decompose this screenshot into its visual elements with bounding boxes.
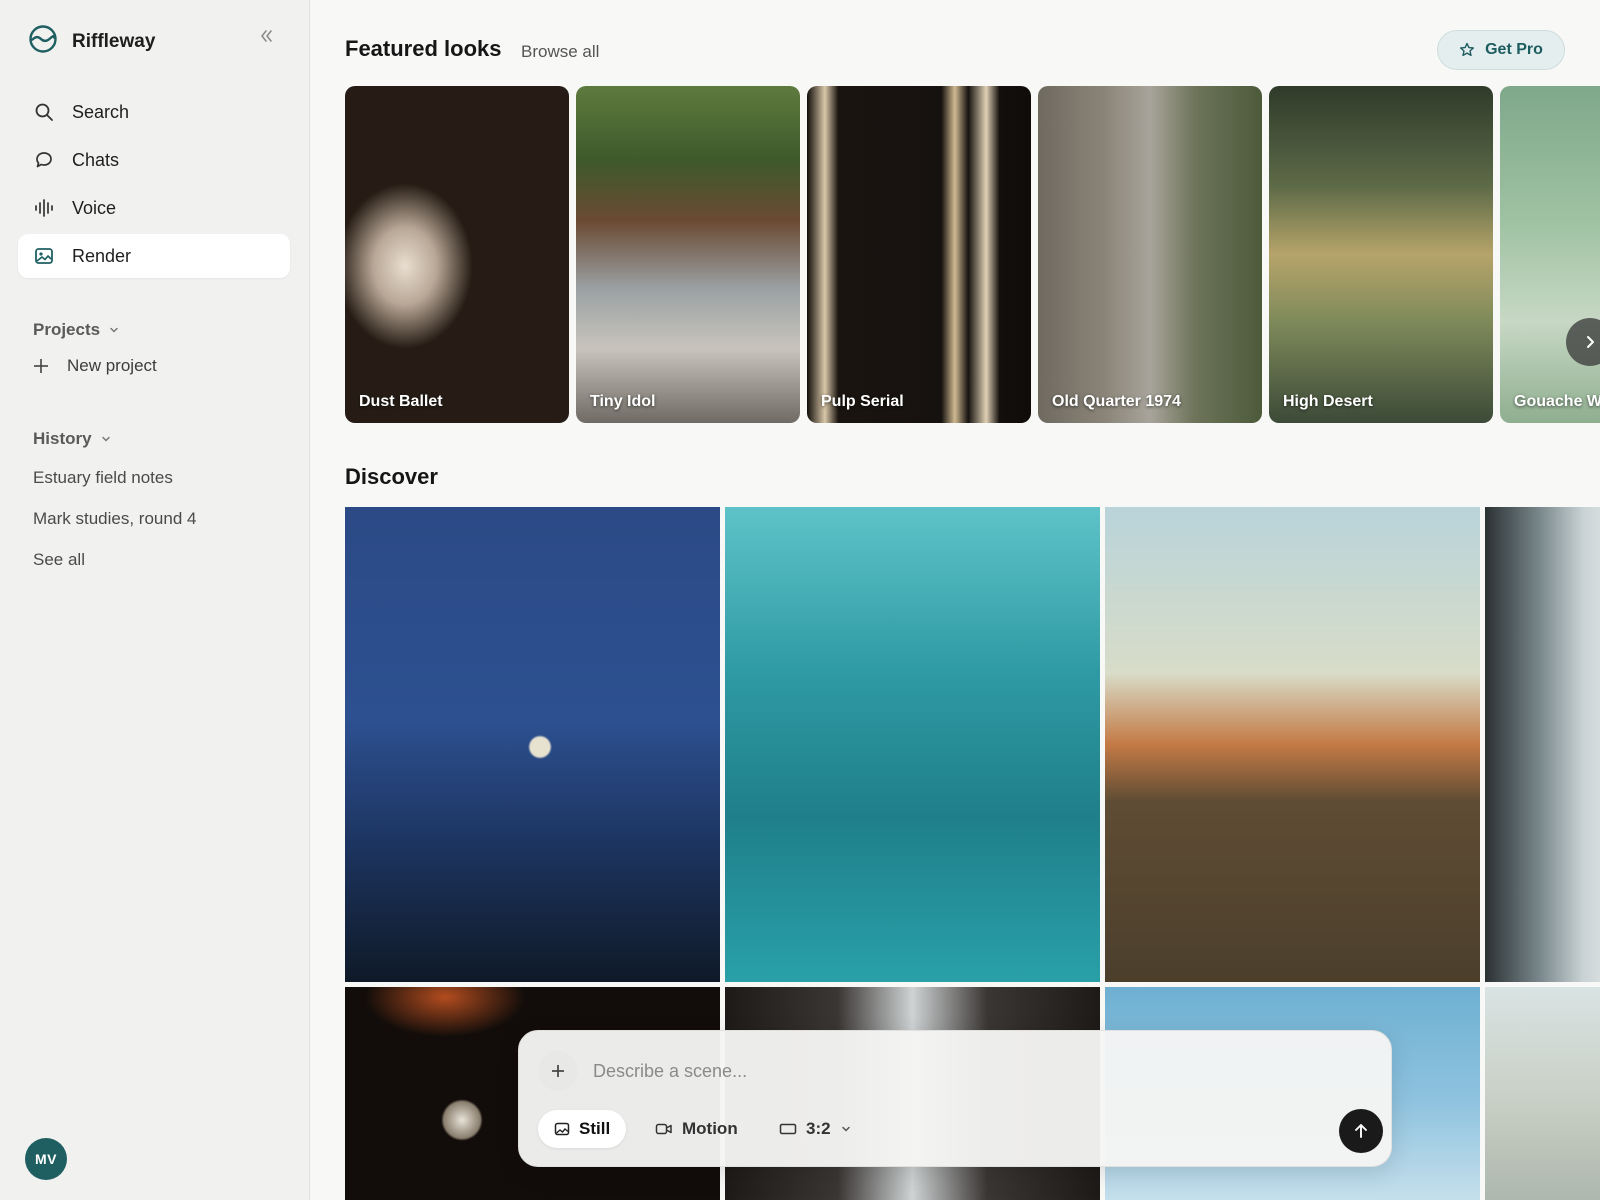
nav-item-chats[interactable]: Chats: [18, 138, 290, 182]
arrow-up-icon: [1355, 1124, 1367, 1138]
star-icon: [1460, 42, 1475, 57]
attach-button[interactable]: [538, 1051, 578, 1091]
featured-card-title: Tiny Idol: [590, 393, 656, 410]
featured-card-title: Dust Ballet: [359, 393, 443, 410]
plus-icon: [34, 359, 48, 373]
browse-all-link[interactable]: Browse all: [521, 42, 599, 62]
featured-card[interactable]: Old Quarter 1974: [1038, 86, 1262, 423]
sidebar: Riffleway Search Chats Voice Render Proj…: [0, 0, 310, 1200]
discover-tile[interactable]: [725, 507, 1100, 982]
chevron-down-icon: [110, 327, 118, 333]
history-label: History: [33, 429, 92, 448]
featured-looks-title: Featured looks: [345, 36, 502, 61]
waveform-icon: [35, 199, 53, 217]
chat-bubble-icon: [36, 152, 52, 168]
discover-tile[interactable]: [1105, 507, 1480, 982]
history-header[interactable]: History: [33, 429, 112, 449]
get-pro-button[interactable]: Get Pro: [1437, 30, 1565, 70]
discover-tile[interactable]: [345, 507, 720, 982]
video-camera-icon: [655, 1123, 672, 1135]
chevron-down-icon: [841, 1126, 850, 1132]
nav-label: Voice: [72, 197, 117, 218]
nav-item-voice[interactable]: Voice: [18, 186, 290, 230]
history-see-all[interactable]: See all: [33, 550, 85, 570]
projects-header[interactable]: Projects: [33, 320, 120, 340]
aspect-ratio-value: 3:2: [806, 1119, 831, 1138]
nav-item-search[interactable]: Search: [18, 90, 290, 134]
search-icon: [35, 103, 53, 121]
new-project-label: New project: [67, 356, 157, 375]
discover-tile[interactable]: [1485, 987, 1600, 1200]
featured-card[interactable]: Dust Ballet: [345, 86, 569, 423]
mode-still-button[interactable]: Still: [538, 1110, 627, 1148]
discover-title: Discover: [345, 464, 438, 489]
image-icon: [554, 1122, 570, 1136]
chevron-down-icon: [101, 436, 110, 442]
discover-tile[interactable]: [1485, 507, 1600, 982]
aspect-ratio-select[interactable]: 3:2: [763, 1110, 868, 1148]
history-item[interactable]: Estuary field notes: [33, 468, 173, 488]
featured-card[interactable]: High Desert: [1269, 86, 1493, 423]
plus-icon: [552, 1065, 564, 1077]
nav-item-render[interactable]: Render: [18, 234, 290, 278]
featured-card-title: Gouache W: [1514, 393, 1600, 410]
featured-card[interactable]: Tiny Idol: [576, 86, 800, 423]
mode-still-label: Still: [579, 1119, 611, 1138]
history-item[interactable]: Mark studies, round 4: [33, 509, 196, 529]
mode-motion-label: Motion: [682, 1119, 738, 1138]
featured-card-title: High Desert: [1283, 393, 1373, 410]
scene-prompt-input[interactable]: [593, 1053, 1273, 1089]
nav-label: Search: [72, 101, 130, 122]
chevron-right-icon: [1587, 336, 1594, 348]
send-button[interactable]: [1339, 1109, 1383, 1153]
user-avatar[interactable]: MV: [25, 1138, 67, 1180]
get-pro-label: Get Pro: [1485, 41, 1543, 58]
new-project-button[interactable]: New project: [33, 356, 157, 376]
prompt-composer: Still Motion 3:2: [518, 1030, 1392, 1167]
image-icon: [35, 248, 53, 264]
nav-label: Render: [72, 245, 132, 266]
featured-looks-carousel: Dust Ballet Tiny Idol Pulp Serial Old Qu…: [345, 86, 1600, 423]
featured-card[interactable]: Gouache W: [1500, 86, 1600, 423]
featured-card[interactable]: Pulp Serial: [807, 86, 1031, 423]
riffleway-logo-icon: [28, 24, 58, 59]
featured-card-title: Old Quarter 1974: [1052, 393, 1181, 410]
main-content: Featured looks Browse all Get Pro Dust B…: [310, 0, 1600, 1200]
nav-label: Chats: [72, 149, 120, 170]
projects-label: Projects: [33, 320, 101, 339]
mode-motion-button[interactable]: Motion: [639, 1110, 754, 1148]
collapse-sidebar-icon[interactable]: [258, 28, 278, 48]
aspect-ratio-icon: [779, 1123, 797, 1135]
main-nav: Search Chats Voice Render: [18, 90, 290, 282]
brand[interactable]: Riffleway: [28, 24, 155, 59]
featured-card-title: Pulp Serial: [821, 393, 904, 410]
app-name: Riffleway: [72, 30, 156, 52]
